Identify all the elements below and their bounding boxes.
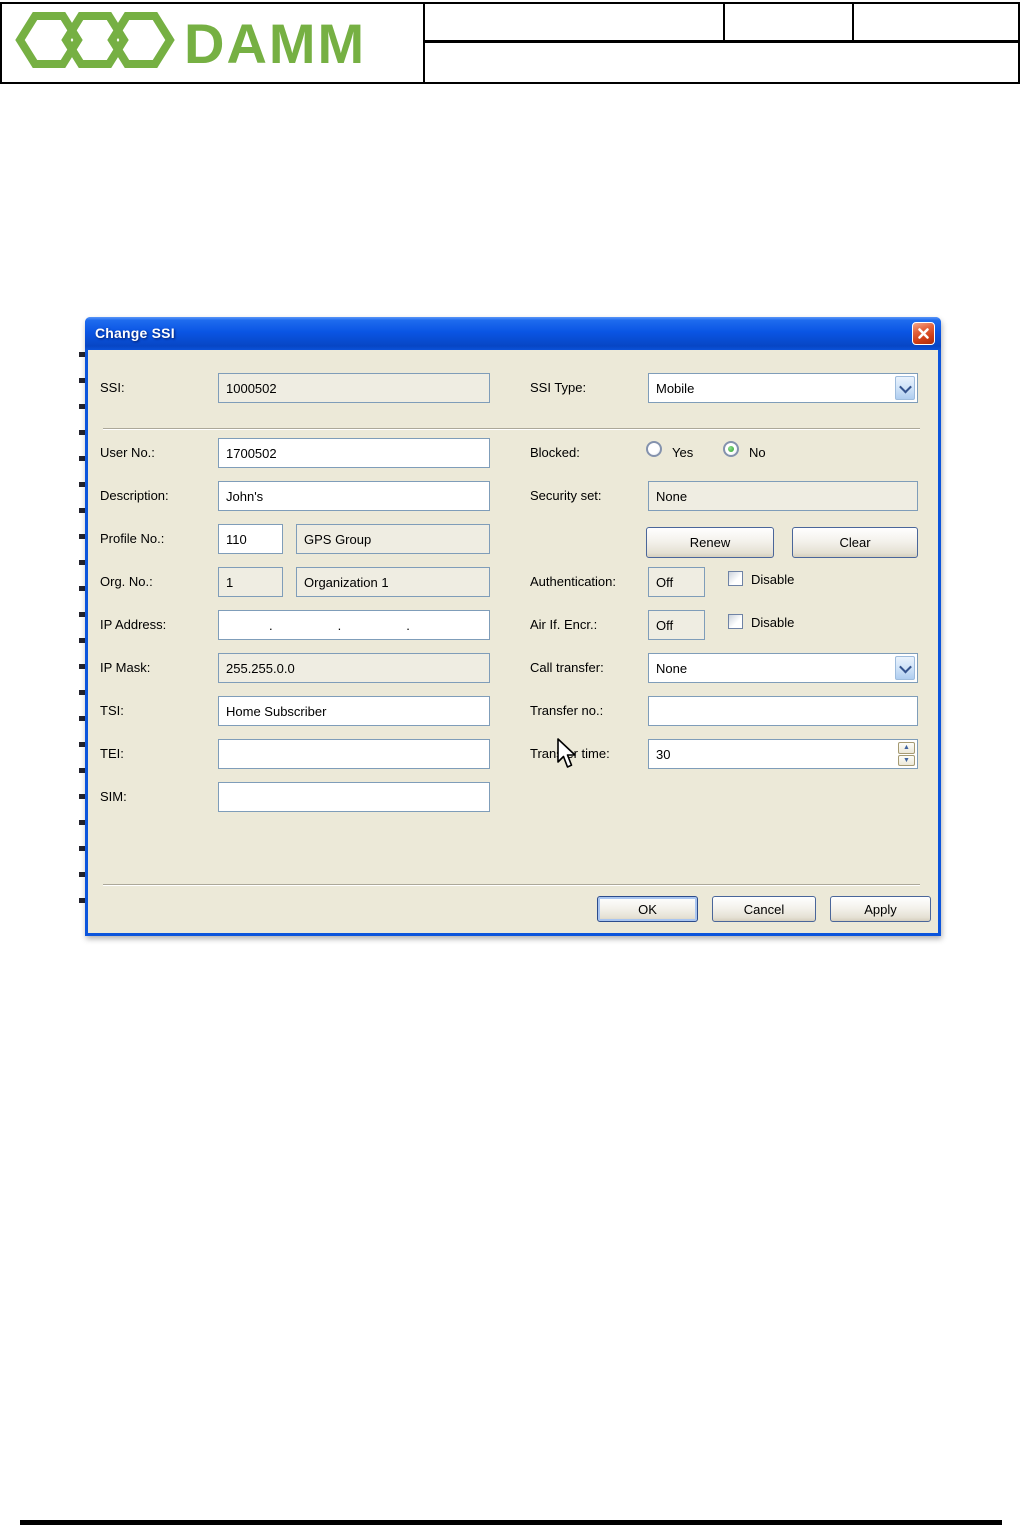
org-no-field: 1 xyxy=(218,567,283,597)
user-no-field[interactable]: 1700502 xyxy=(218,438,490,468)
clear-button[interactable]: Clear xyxy=(792,527,918,558)
ip-address-field[interactable]: . . . xyxy=(218,610,490,640)
dialog-title: Change SSI xyxy=(95,325,175,341)
chevron-down-icon[interactable] xyxy=(895,376,915,400)
document-page: DAMM Change SSI SSI: 1000502 SSI Type: M… xyxy=(0,0,1022,1530)
sim-field[interactable] xyxy=(218,782,490,812)
air-if-encr-field: Off xyxy=(648,610,705,640)
transfer-no-field[interactable] xyxy=(648,696,918,726)
ok-button[interactable]: OK xyxy=(597,896,698,922)
transfer-time-value: 30 xyxy=(656,746,671,762)
ip-mask-label: IP Mask: xyxy=(100,660,151,675)
apply-button[interactable]: Apply xyxy=(830,896,931,922)
ssi-type-value: Mobile xyxy=(656,380,695,396)
profile-no-field[interactable]: 110 xyxy=(218,524,283,554)
header-cell-1 xyxy=(423,2,725,42)
section-separator-bottom xyxy=(103,884,920,885)
header-cell-2 xyxy=(723,2,854,42)
damm-logo: DAMM xyxy=(0,2,425,84)
call-transfer-label: Call transfer: xyxy=(530,660,604,675)
damm-logo-icon: DAMM xyxy=(15,12,366,75)
close-button[interactable] xyxy=(912,322,935,345)
ssi-field: 1000502 xyxy=(218,373,490,403)
tei-label: TEI: xyxy=(100,746,124,761)
cancel-button[interactable]: Cancel xyxy=(712,896,816,922)
profile-name-field: GPS Group xyxy=(296,524,490,554)
profile-no-label: Profile No.: xyxy=(100,531,165,546)
ssi-label: SSI: xyxy=(100,380,125,395)
org-name-field: Organization 1 xyxy=(296,567,490,597)
section-separator-top xyxy=(103,428,920,429)
authentication-disable-checkbox[interactable] xyxy=(728,571,743,586)
description-label: Description: xyxy=(100,488,169,503)
authentication-label: Authentication: xyxy=(530,574,617,589)
blocked-yes-radio[interactable] xyxy=(646,441,662,457)
transfer-no-label: Transfer no.: xyxy=(530,703,604,718)
air-if-encr-label: Air If. Encr.: xyxy=(530,617,598,632)
header-cell-3 xyxy=(852,2,1020,42)
call-transfer-value: None xyxy=(656,660,688,676)
authentication-field: Off xyxy=(648,567,705,597)
ip-mask-field: 255.255.0.0 xyxy=(218,653,490,683)
blocked-no-label: No xyxy=(749,445,766,460)
sim-label: SIM: xyxy=(100,789,127,804)
blocked-no-radio[interactable] xyxy=(723,441,739,457)
header-cell-4 xyxy=(423,40,1020,84)
air-if-encr-disable-label: Disable xyxy=(751,615,795,630)
user-no-label: User No.: xyxy=(100,445,155,460)
air-if-encr-disable-checkbox[interactable] xyxy=(728,614,743,629)
authentication-disable-label: Disable xyxy=(751,572,795,587)
tsi-field[interactable]: Home Subscriber xyxy=(218,696,490,726)
ssi-type-label: SSI Type: xyxy=(530,380,587,395)
security-set-label: Security set: xyxy=(530,488,602,503)
change-ssi-dialog: Change SSI SSI: 1000502 SSI Type: Mobile… xyxy=(85,317,941,936)
renew-button[interactable]: Renew xyxy=(646,527,774,558)
damm-logo-text: DAMM xyxy=(184,12,366,75)
tsi-label: TSI: xyxy=(100,703,124,718)
chevron-down-icon[interactable] xyxy=(895,656,915,680)
security-set-field: None xyxy=(648,481,918,511)
dialog-titlebar[interactable]: Change SSI xyxy=(85,317,941,350)
org-no-label: Org. No.: xyxy=(100,574,153,589)
ssi-type-dropdown[interactable]: Mobile xyxy=(648,373,918,403)
ip-address-label: IP Address: xyxy=(100,617,167,632)
footer-rule xyxy=(20,1520,1002,1525)
blocked-yes-label: Yes xyxy=(672,445,694,460)
mouse-cursor xyxy=(557,738,576,768)
call-transfer-dropdown[interactable]: None xyxy=(648,653,918,683)
spinner-up-icon[interactable]: ▲ xyxy=(898,742,915,754)
close-icon xyxy=(918,328,929,339)
spinner-buttons: ▲ ▼ xyxy=(898,742,915,766)
spinner-down-icon[interactable]: ▼ xyxy=(898,754,915,766)
transfer-time-spinner[interactable]: 30 ▲ ▼ xyxy=(648,739,918,769)
tei-field[interactable] xyxy=(218,739,490,769)
description-field[interactable]: John's xyxy=(218,481,490,511)
blocked-label: Blocked: xyxy=(530,445,580,460)
